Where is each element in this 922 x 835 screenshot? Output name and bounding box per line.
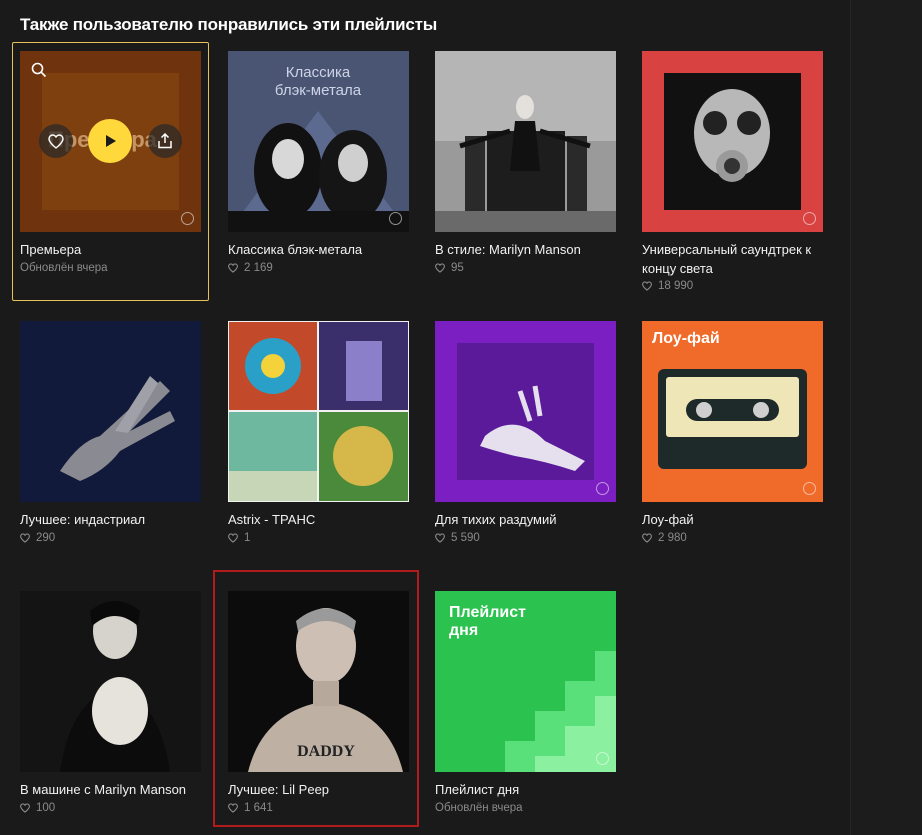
playlist-likes: 95 [435, 262, 464, 274]
playlist-card-premiere[interactable]: Премьера Премьера Обновлён вчера [20, 51, 201, 291]
playlist-title[interactable]: Лучшее: индастриал [20, 510, 210, 529]
right-gutter [850, 0, 922, 835]
service-logo-icon [803, 482, 816, 495]
playlist-likes: 18 990 [642, 280, 693, 292]
playlist-cover[interactable]: Лоу-фай [642, 321, 823, 502]
playlist-meta: Обновлён вчера [20, 262, 108, 274]
playlist-cover[interactable]: Классика блэк-метала [228, 51, 409, 232]
search-icon[interactable] [28, 59, 50, 81]
heart-icon [20, 533, 30, 543]
cover-art: Лоу-фай [642, 321, 823, 502]
heart-icon [642, 281, 652, 291]
playlist-likes: 2 169 [228, 262, 273, 274]
likes-count: 1 641 [244, 802, 273, 814]
share-icon [158, 133, 172, 149]
likes-count: 5 590 [451, 532, 480, 544]
playlist-cover[interactable] [435, 321, 616, 502]
service-logo-icon [596, 752, 609, 765]
likes-count: 2 980 [658, 532, 687, 544]
cover-art [20, 591, 201, 772]
playlist-cover[interactable] [435, 51, 616, 232]
heart-icon [228, 263, 238, 273]
playlist-likes: 1 [228, 532, 250, 544]
cover-art [20, 321, 201, 502]
cover-art [435, 321, 616, 502]
playlist-card-quiet-thoughts[interactable]: Для тихих раздумий 5 590 [435, 321, 616, 551]
cover-title-line1: Плейлист [449, 604, 526, 621]
playlist-card-marilyn-car[interactable]: В машине с Marilyn Manson 100 [20, 591, 201, 821]
likes-count: 100 [36, 802, 56, 814]
play-icon [106, 135, 116, 147]
playlist-card-industrial[interactable]: Лучшее: индастриал 290 [20, 321, 201, 551]
playlist-title[interactable]: Плейлист дня [435, 780, 625, 799]
playlist-title[interactable]: В машине с Marilyn Manson [20, 780, 210, 799]
playlist-cover[interactable]: Плейлист дня [435, 591, 616, 772]
playlist-card-lofi[interactable]: Лоу-фай Лоу-фай 2 980 [642, 321, 823, 551]
playlist-card-astrix[interactable]: Astrix - ТРАНС 1 [228, 321, 409, 551]
cover-art [435, 51, 616, 232]
cover-art [228, 321, 409, 502]
heart-icon [228, 803, 238, 813]
likes-count: 18 990 [658, 280, 694, 292]
cover-art [642, 51, 823, 232]
playlist-likes: 100 [20, 802, 55, 814]
cover-title-line2: блэк-метала [275, 82, 362, 99]
playlist-cover[interactable]: Премьера [20, 51, 201, 232]
playlist-title[interactable]: В стиле: Marilyn Manson [435, 240, 625, 259]
tattoo-text: DADDY [297, 743, 355, 760]
playlist-title[interactable]: Классика блэк-метала [228, 240, 418, 259]
playlist-title[interactable]: Универсальный саундтрек к концу света [642, 240, 832, 278]
playlists-page: Также пользователю понравились эти плейл… [0, 0, 850, 835]
playlist-title[interactable]: Лучшее: Lil Peep [228, 780, 418, 799]
playlist-cover[interactable] [20, 591, 201, 772]
heart-icon [435, 533, 445, 543]
playlist-cover[interactable] [228, 321, 409, 502]
playlist-cover[interactable]: DADDY [228, 591, 409, 772]
share-button[interactable] [148, 124, 182, 158]
likes-count: 95 [451, 262, 464, 274]
service-logo-icon [389, 212, 402, 225]
play-button[interactable] [88, 119, 132, 163]
cover-title: Лоу-фай [652, 330, 720, 347]
playlist-likes: 1 641 [228, 802, 273, 814]
like-button[interactable] [39, 124, 73, 158]
likes-count: 1 [244, 532, 251, 544]
heart-icon [435, 263, 445, 273]
likes-count: 2 169 [244, 262, 273, 274]
playlist-title[interactable]: Премьера [20, 240, 210, 259]
cover-title-line1: Классика [286, 64, 351, 81]
playlist-card-marilyn-style[interactable]: В стиле: Marilyn Manson 95 [435, 51, 616, 291]
heart-icon [642, 533, 652, 543]
playlist-title[interactable]: Astrix - ТРАНС [228, 510, 418, 529]
section-heading: Также пользователю понравились эти плейл… [20, 15, 438, 34]
playlist-meta: Обновлён вчера [435, 802, 523, 814]
service-logo-icon [181, 212, 194, 225]
service-logo-icon [803, 212, 816, 225]
playlist-card-apocalypse[interactable]: Универсальный саундтрек к концу света 18… [642, 51, 823, 301]
cover-title-line2: дня [449, 622, 478, 639]
playlist-card-black-metal[interactable]: Классика блэк-метала Классика блэк-метал… [228, 51, 409, 291]
playlist-card-daily[interactable]: Плейлист дня Плейлист дня Обновлён вчера [435, 591, 616, 821]
cover-art: Классика блэк-метала [228, 51, 409, 232]
playlist-title[interactable]: Лоу-фай [642, 510, 832, 529]
playlist-likes: 2 980 [642, 532, 687, 544]
playlist-cover[interactable] [20, 321, 201, 502]
service-logo-icon [596, 482, 609, 495]
playlist-card-lil-peep[interactable]: DADDY Лучшее: Lil Peep 1 641 [228, 591, 409, 821]
playlist-likes: 5 590 [435, 532, 480, 544]
heart-icon [228, 533, 238, 543]
heart-icon [48, 133, 64, 149]
likes-count: 290 [36, 532, 56, 544]
playlist-title[interactable]: Для тихих раздумий [435, 510, 625, 529]
playlist-likes: 290 [20, 532, 55, 544]
cover-art: Плейлист дня [435, 591, 616, 772]
cover-art: DADDY [228, 591, 409, 772]
heart-icon [20, 803, 30, 813]
playlist-cover[interactable] [642, 51, 823, 232]
